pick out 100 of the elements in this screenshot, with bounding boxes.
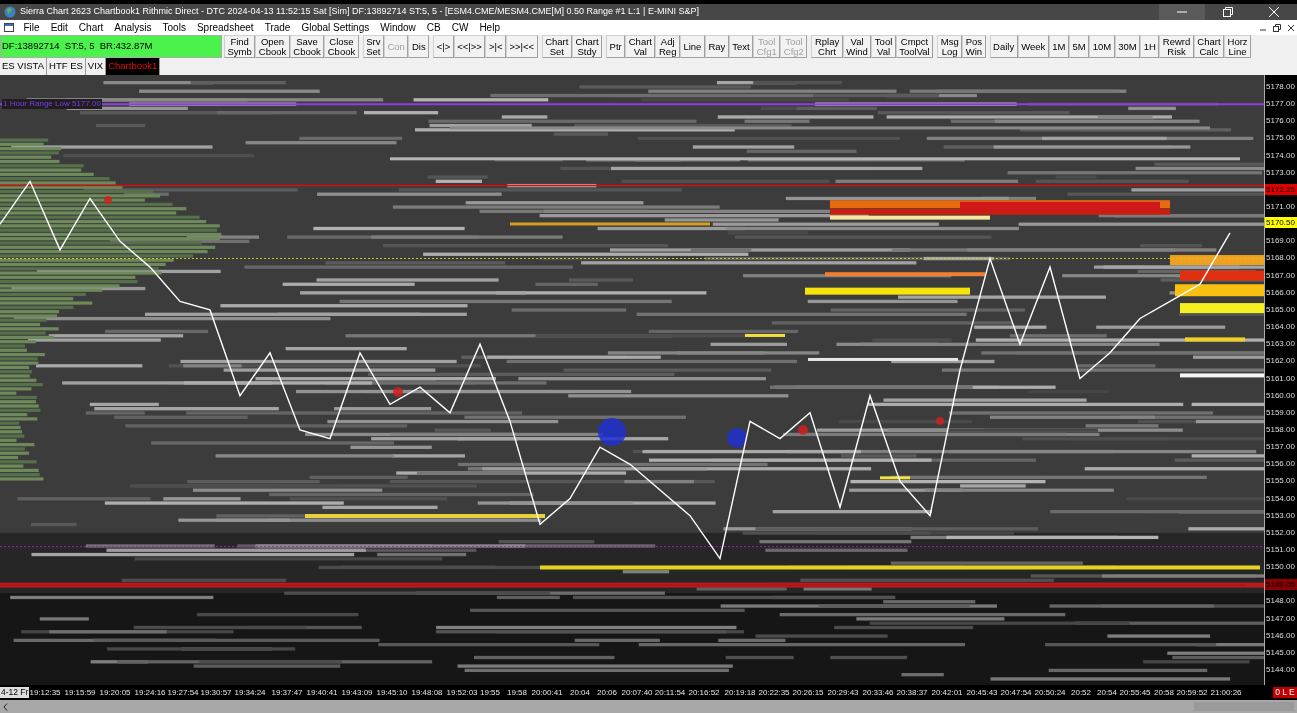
toolbar-button[interactable]: 1H bbox=[1140, 35, 1160, 58]
toolbar-button[interactable]: Cmpct ToolVal bbox=[895, 35, 934, 58]
trade-bubble bbox=[798, 425, 808, 435]
toolbar-button[interactable]: Rewrd Risk bbox=[1159, 35, 1194, 58]
range-label: 1 Hour Range Low 5177.00 bbox=[2, 99, 102, 109]
chart-tab[interactable]: Chartbook1 bbox=[106, 58, 161, 75]
toolbar-button[interactable]: Adj Reg bbox=[655, 35, 680, 58]
time-label: 20:11:54 bbox=[654, 688, 686, 698]
price-label: 5147.00 bbox=[1266, 613, 1295, 624]
toolbar-button[interactable]: Horz Line bbox=[1224, 35, 1252, 58]
toolbar-button[interactable]: Chart Val bbox=[625, 35, 656, 58]
menu-item[interactable]: Window bbox=[374, 20, 422, 35]
price-label: 5157.00 bbox=[1266, 442, 1295, 453]
time-label: 19:52:03 bbox=[446, 688, 478, 698]
menu-item[interactable]: Edit bbox=[45, 20, 74, 35]
price-marker: 5149.00 bbox=[1265, 578, 1297, 590]
menu-item[interactable]: CB bbox=[421, 20, 447, 35]
time-label: 19:20:05 bbox=[99, 688, 131, 698]
toolbar-button[interactable]: Srv Set bbox=[362, 35, 384, 58]
toolbar-button[interactable]: <|> bbox=[433, 35, 454, 58]
toolbar-button[interactable]: 1M bbox=[1048, 35, 1069, 58]
time-label: 20:29:43 bbox=[827, 688, 859, 698]
chart-tab[interactable]: VIX bbox=[85, 58, 107, 75]
chart-tab[interactable]: ES VISTA bbox=[0, 58, 48, 75]
time-label: 21:00:26 bbox=[1210, 688, 1242, 698]
trade-bubble bbox=[936, 417, 944, 425]
menu-item[interactable]: Spreadsheet bbox=[191, 20, 260, 35]
time-label: 20:06 bbox=[597, 688, 617, 698]
toolbar-button[interactable]: Dis bbox=[408, 35, 430, 58]
toolbar-button[interactable]: Chart Calc bbox=[1193, 35, 1225, 58]
toolbar-button[interactable]: Val Wind bbox=[842, 35, 872, 58]
price-label: 5178.00 bbox=[1266, 82, 1295, 92]
restore-icon[interactable] bbox=[1273, 23, 1281, 32]
close-icon bbox=[1269, 7, 1279, 17]
time-label: 19:43:09 bbox=[341, 688, 373, 698]
price-label: 5167.00 bbox=[1266, 270, 1295, 281]
status-field: DF:13892714 ST:5, 5 BR:432.87M bbox=[0, 35, 222, 58]
time-label: 19:55 bbox=[480, 688, 500, 698]
toolbar-button[interactable]: Pos Win bbox=[962, 35, 986, 58]
trade-bubble bbox=[727, 428, 747, 448]
toolbar-button[interactable]: 5M bbox=[1069, 35, 1090, 58]
scroll-left-icon[interactable] bbox=[3, 702, 8, 711]
price-marker: 5172.25 bbox=[1265, 184, 1297, 196]
price-label: 5151.00 bbox=[1266, 545, 1295, 556]
price-marker: 5170.50 bbox=[1265, 217, 1297, 228]
toolbar-button[interactable]: <<|>> bbox=[453, 35, 486, 58]
price-label: 5160.00 bbox=[1266, 390, 1295, 401]
toolbar-button[interactable]: 30M bbox=[1114, 35, 1141, 58]
toolbar-button[interactable]: Text bbox=[728, 35, 754, 58]
menu-item[interactable]: Help bbox=[473, 20, 506, 35]
menu-item[interactable]: File bbox=[18, 20, 46, 35]
time-label: 19:12:35 bbox=[29, 688, 61, 698]
trade-bubble bbox=[598, 418, 626, 446]
toolbar-button[interactable]: Daily bbox=[989, 35, 1018, 58]
time-label: 19:40:41 bbox=[306, 688, 338, 698]
price-label: 5155.00 bbox=[1266, 476, 1295, 487]
toolbar-button[interactable]: Open Cbook bbox=[255, 35, 290, 58]
price-label: 5161.00 bbox=[1266, 373, 1295, 384]
price-label: 5168.00 bbox=[1266, 253, 1295, 264]
menu-item[interactable]: Global Settings bbox=[295, 20, 375, 35]
time-label: 20:59:52 bbox=[1176, 688, 1208, 698]
menu-item[interactable]: Chart bbox=[73, 20, 109, 35]
toolbar-button[interactable]: Tool Val bbox=[871, 35, 896, 58]
time-label: 19:27:54 bbox=[167, 688, 199, 698]
toolbar-button[interactable]: 10M bbox=[1089, 35, 1115, 58]
toolbar-button[interactable]: Save Cbook bbox=[289, 35, 325, 58]
price-label: 5169.00 bbox=[1266, 236, 1295, 247]
time-label: 20:16:52 bbox=[688, 688, 720, 698]
price-label: 5163.00 bbox=[1266, 339, 1295, 350]
trade-bubble bbox=[104, 196, 112, 204]
time-label: 19:58 bbox=[507, 688, 527, 698]
toolbar-button[interactable]: Msg Log bbox=[937, 35, 963, 58]
toolbar-button[interactable]: Chart Set bbox=[541, 35, 572, 58]
toolbar-button[interactable]: Line bbox=[679, 35, 705, 58]
menu-item[interactable]: Tools bbox=[157, 20, 192, 35]
time-label: 20:52 bbox=[1071, 688, 1091, 698]
restore-icon bbox=[1223, 7, 1233, 17]
time-label: 20:38:37 bbox=[896, 688, 928, 698]
close-icon[interactable] bbox=[1287, 23, 1295, 32]
menu-item[interactable]: Analysis bbox=[108, 20, 158, 35]
time-label: 20:19:18 bbox=[724, 688, 756, 698]
toolbar-button[interactable]: Chart Stdy bbox=[571, 35, 603, 58]
time-start-label: 4-12 Fr bbox=[0, 687, 30, 698]
menu-item[interactable]: Trade bbox=[259, 20, 296, 35]
toolbar-button[interactable]: Ray bbox=[704, 35, 729, 58]
toolbar-button[interactable]: Ptr bbox=[606, 35, 626, 58]
price-label: 5176.00 bbox=[1266, 116, 1295, 127]
menu-item[interactable]: CW bbox=[446, 20, 474, 35]
toolbar-button[interactable]: >>|<< bbox=[505, 35, 538, 58]
time-label: 20:50:24 bbox=[1034, 688, 1066, 698]
toolbar-button[interactable]: Week bbox=[1017, 35, 1049, 58]
toolbar-button[interactable]: >|< bbox=[485, 35, 506, 58]
chart-tab[interactable]: HTF ES bbox=[47, 58, 86, 75]
toolbar-button[interactable]: Close Cbook bbox=[324, 35, 359, 58]
toolbar-button[interactable]: Find Symb bbox=[224, 35, 256, 58]
toolbar-button[interactable]: Rplay Chrt bbox=[811, 35, 843, 58]
time-label: 20:00:41 bbox=[531, 688, 563, 698]
price-label: 5158.00 bbox=[1266, 425, 1295, 435]
time-label: 20:47:54 bbox=[1000, 688, 1032, 698]
chart-window-icon[interactable] bbox=[4, 23, 14, 32]
